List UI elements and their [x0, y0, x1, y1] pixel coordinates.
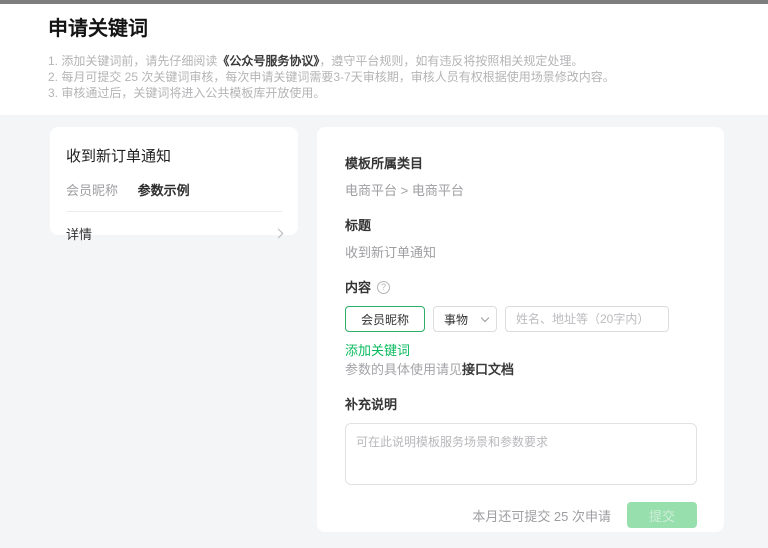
content-area: 收到新订单通知 会员昵称 参数示例 详情 模板所属类目 电商平台 > 电商平台 …: [0, 115, 768, 548]
note-textarea[interactable]: [345, 423, 697, 485]
page-title: 申请关键词: [48, 12, 720, 41]
quota-text: 本月还可提交 25 次申请: [472, 506, 611, 525]
category-value: 电商平台 > 电商平台: [345, 182, 697, 199]
page-header: 申请关键词 1. 添加关键词前，请先仔细阅读《公众号服务协议》，遵守平台规则，如…: [0, 4, 768, 115]
notice-line-3: 3. 审核通过后，关键词将进入公共模板库开放使用。: [48, 85, 720, 101]
keyword-inputs-row: 事物: [345, 306, 697, 332]
content-label-text: 内容: [345, 279, 371, 296]
doc-note: 参数的具体使用请见接口文档: [345, 361, 697, 378]
help-icon[interactable]: ?: [377, 281, 390, 294]
title-label: 标题: [345, 217, 697, 234]
chevron-down-icon: [481, 313, 489, 321]
add-keyword-link[interactable]: 添加关键词: [345, 342, 697, 359]
template-preview-card: 收到新订单通知 会员昵称 参数示例 详情: [50, 127, 298, 235]
service-agreement-link[interactable]: 《公众号服务协议》: [217, 54, 319, 68]
title-value: 收到新订单通知: [345, 244, 697, 261]
preview-detail-row[interactable]: 详情: [66, 222, 282, 243]
type-select-value: 事物: [444, 311, 468, 328]
preview-param-label: 会员昵称: [66, 183, 118, 198]
example-input[interactable]: [505, 306, 669, 332]
note-label: 补充说明: [345, 396, 697, 413]
preview-param-row: 会员昵称 参数示例: [66, 180, 282, 199]
submit-button[interactable]: 提交: [627, 502, 697, 528]
preview-detail-label: 详情: [66, 224, 92, 243]
notice-line-2: 2. 每月可提交 25 次关键词审核，每次申请关键词需要3-7天审核期，审核人员…: [48, 69, 720, 85]
preview-divider: [66, 211, 282, 212]
keyword-form-card: 模板所属类目 电商平台 > 电商平台 标题 收到新订单通知 内容 ? 事物 添加…: [317, 127, 724, 532]
category-label: 模板所属类目: [345, 155, 697, 172]
preview-param-value: 参数示例: [138, 183, 190, 198]
chevron-right-icon: [274, 229, 284, 239]
notice-line-1: 1. 添加关键词前，请先仔细阅读《公众号服务协议》，遵守平台规则，如有违反将按照…: [48, 53, 720, 69]
form-footer: 本月还可提交 25 次申请 提交: [345, 502, 697, 528]
content-label: 内容 ?: [345, 279, 697, 296]
type-select[interactable]: 事物: [433, 306, 497, 332]
notice-1-prefix: 1. 添加关键词前，请先仔细阅读: [48, 54, 217, 68]
doc-note-prefix: 参数的具体使用请见: [345, 362, 462, 377]
preview-title: 收到新订单通知: [66, 145, 282, 166]
notice-1-suffix: ，遵守平台规则，如有违反将按照相关规定处理。: [319, 54, 583, 68]
keyword-input[interactable]: [345, 306, 425, 332]
api-doc-link[interactable]: 接口文档: [462, 362, 514, 377]
